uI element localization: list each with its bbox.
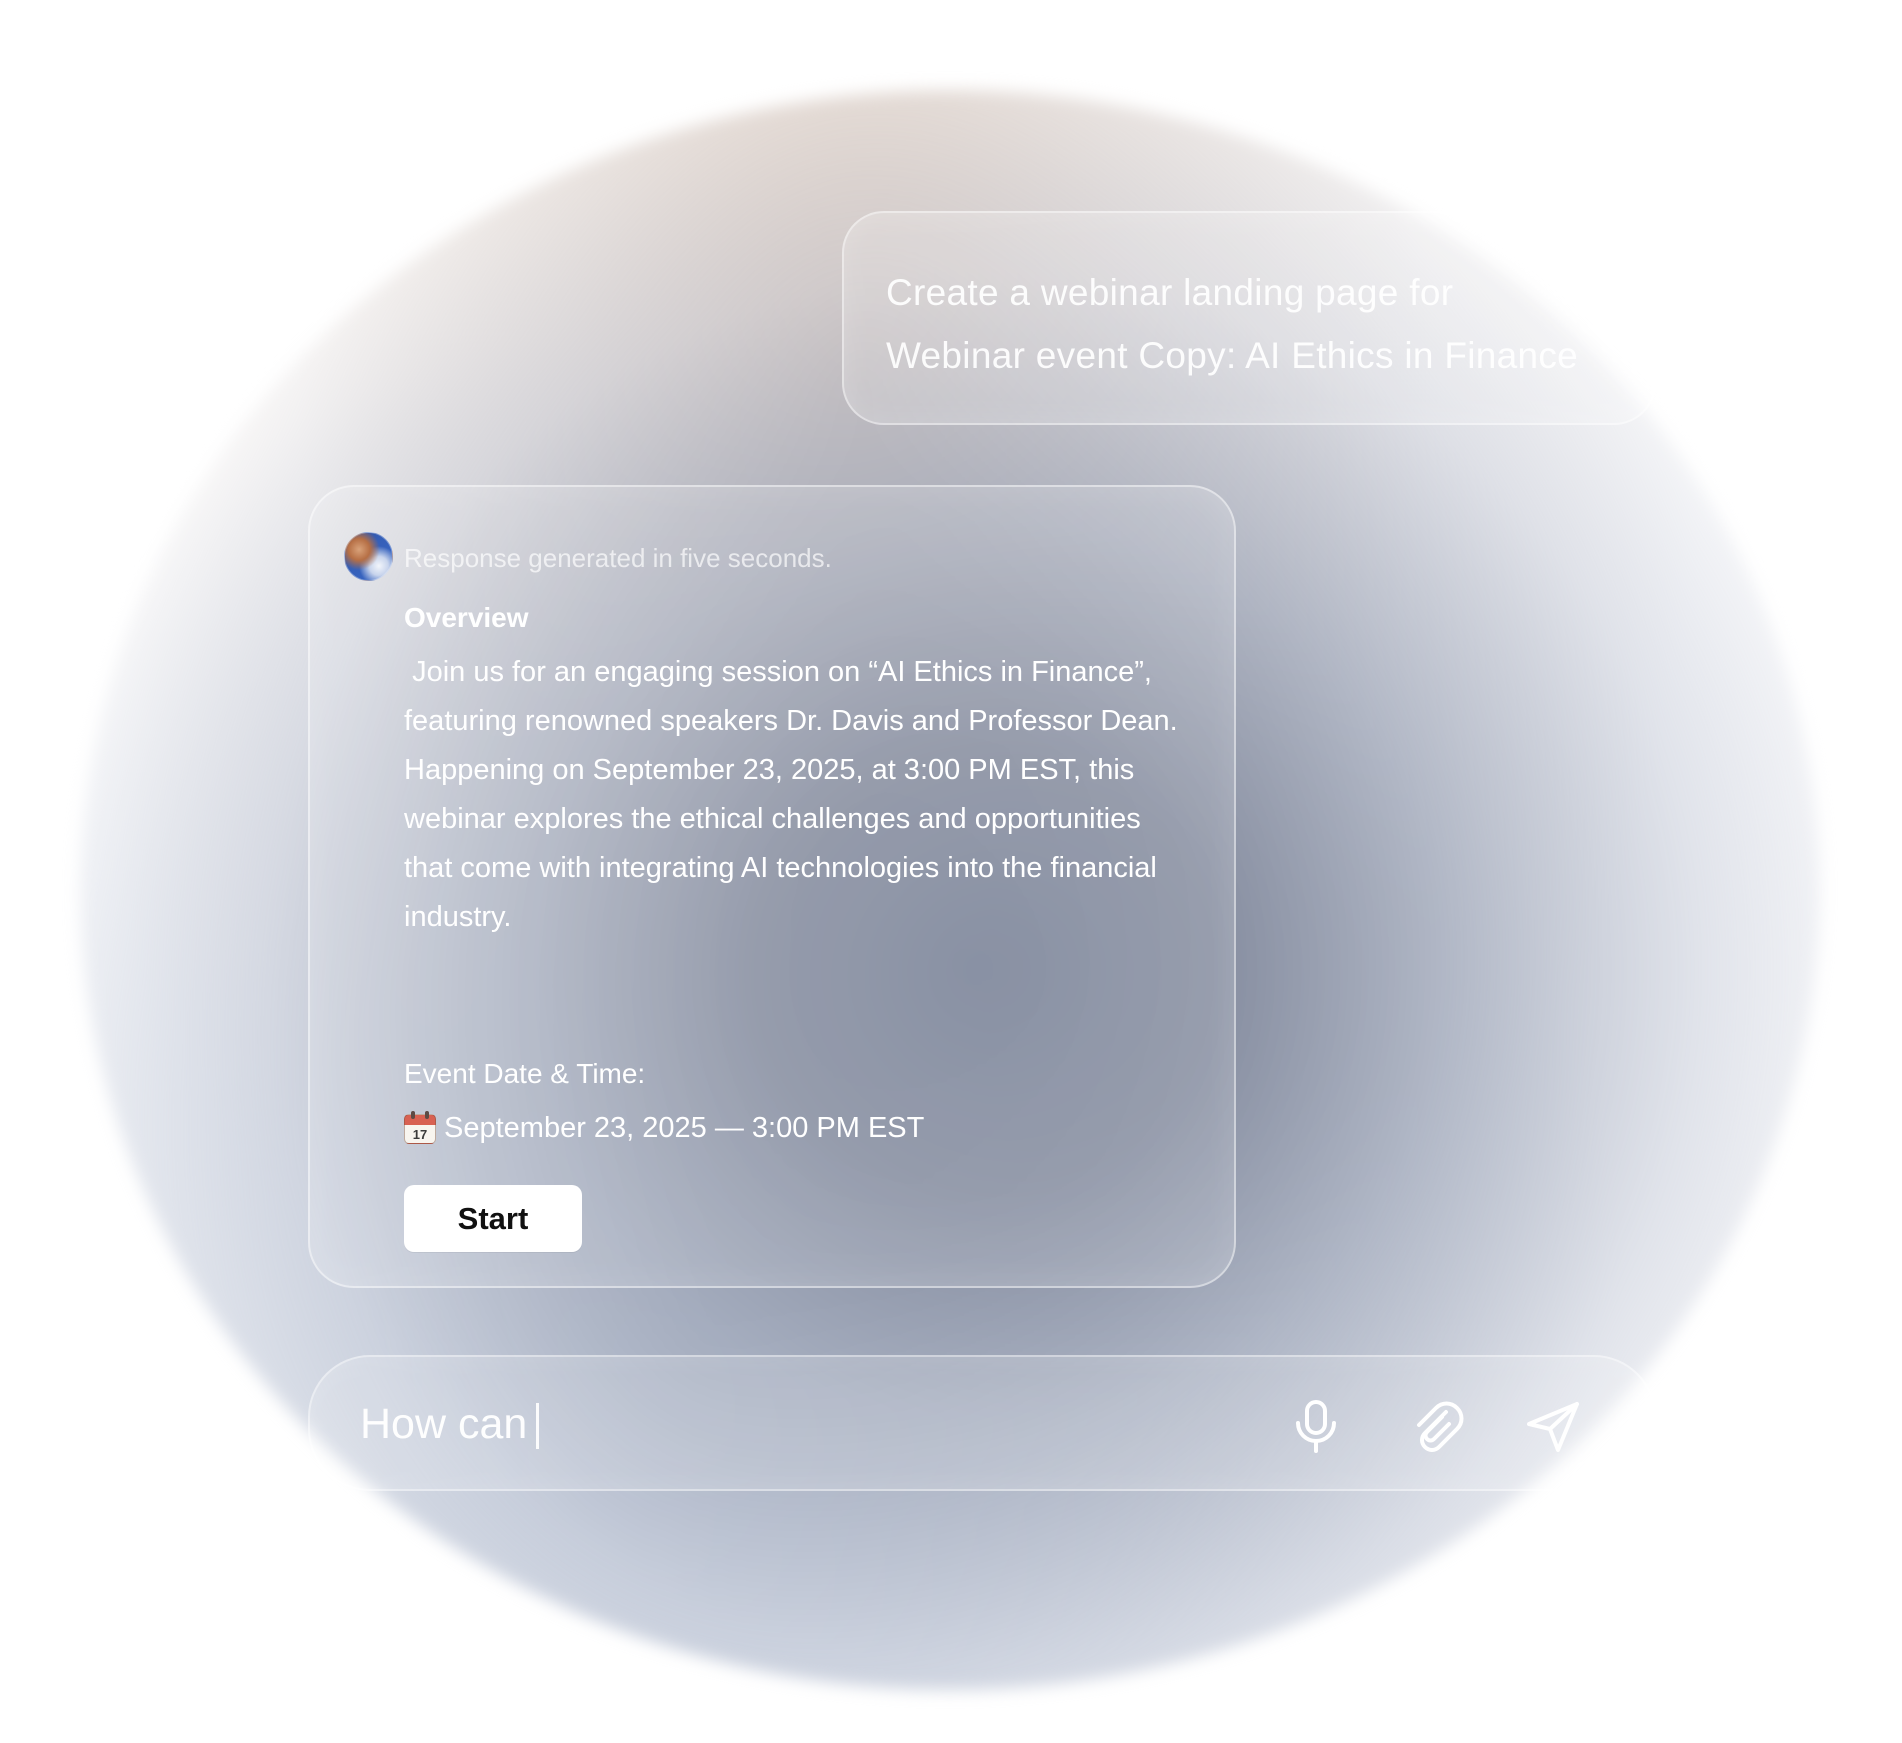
- overview-title: Overview: [404, 602, 529, 633]
- message-input[interactable]: [360, 1391, 1000, 1457]
- assistant-response-card: Response generated in five seconds. Over…: [308, 485, 1236, 1288]
- event-title: Event Date & Time:: [404, 1058, 646, 1089]
- send-icon: [1527, 1402, 1579, 1452]
- event-details: Event Date & Time: September 23, 2025 — …: [404, 1056, 1194, 1153]
- chat-screen: Create a webinar landing page for Webina…: [0, 0, 1902, 1743]
- send-button[interactable]: [1521, 1394, 1585, 1458]
- calendar-icon: [404, 1110, 436, 1144]
- attachment-button[interactable]: [1403, 1394, 1467, 1458]
- event-date-line: September 23, 2025 — 3:00 PM EST: [404, 1104, 1194, 1153]
- start-button[interactable]: Start: [404, 1185, 582, 1252]
- microphone-button[interactable]: [1284, 1394, 1348, 1458]
- assistant-avatar: [344, 532, 393, 581]
- user-prompt-bubble: Create a webinar landing page for Webina…: [842, 211, 1656, 425]
- response-body: Overview Join us for an engaging session…: [404, 600, 1194, 1153]
- overview-copy: Join us for an engaging session on “AI E…: [404, 656, 1186, 933]
- user-prompt-text: Create a webinar landing page for Webina…: [886, 272, 1579, 376]
- microphone-icon: [1296, 1400, 1336, 1453]
- message-composer: [308, 1355, 1656, 1491]
- event-datetime: September 23, 2025 — 3:00 PM EST: [444, 1112, 925, 1144]
- response-meta: Response generated in five seconds.: [404, 543, 832, 573]
- text-caret: [536, 1403, 539, 1449]
- paperclip-icon: [1417, 1401, 1464, 1452]
